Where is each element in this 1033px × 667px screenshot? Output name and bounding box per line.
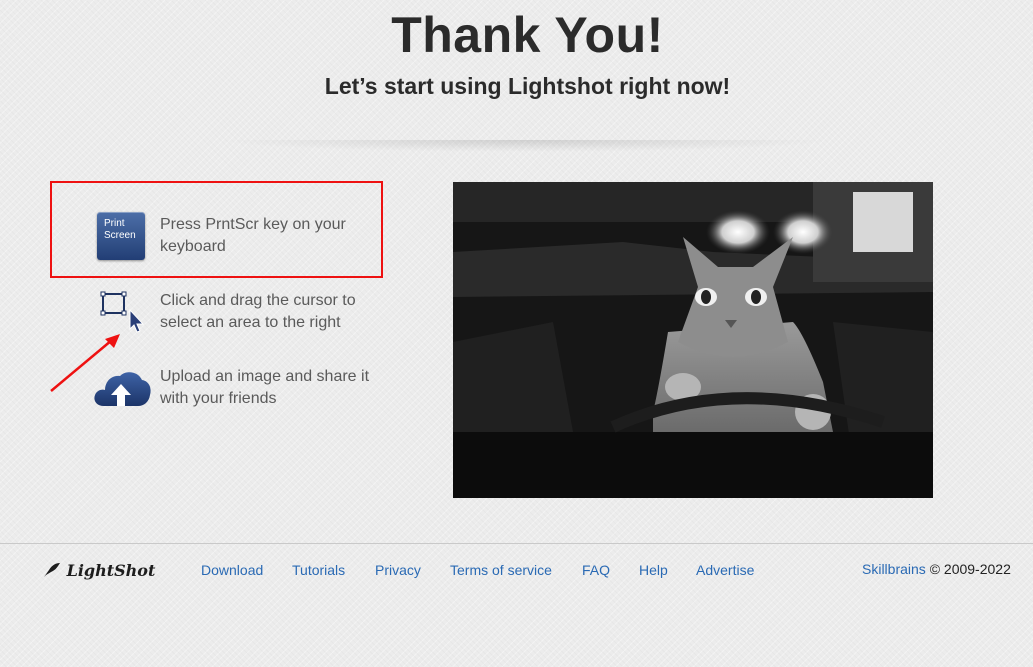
copyright-text: © 2009-2022 <box>929 561 1011 577</box>
nav-link-help[interactable]: Help <box>639 562 668 578</box>
cloud-upload-icon <box>92 366 152 415</box>
header-separator <box>215 140 835 152</box>
company-link[interactable]: Skillbrains <box>862 561 926 577</box>
logo-text: LightShot <box>66 561 156 580</box>
nav-link-advertise[interactable]: Advertise <box>696 562 754 578</box>
nav-link-privacy[interactable]: Privacy <box>375 562 421 578</box>
copyright-notice: Skillbrains © 2009-2022 <box>862 561 1011 577</box>
nav-link-download[interactable]: Download <box>201 562 263 578</box>
page-subtitle: Let’s start using Lightshot right now! <box>324 73 731 99</box>
nav-link-tutorials[interactable]: Tutorials <box>292 562 345 578</box>
footer-divider <box>0 543 1033 544</box>
nav-link-terms[interactable]: Terms of service <box>450 562 552 578</box>
nav-link-faq[interactable]: FAQ <box>582 562 610 578</box>
step-3-line-2: with your friends <box>160 390 277 407</box>
step-2-line-1: Click and drag the cursor to <box>160 292 356 309</box>
step-3-line-1: Upload an image and share it <box>160 368 370 385</box>
demo-image <box>453 182 933 498</box>
feather-icon <box>44 563 60 577</box>
step-2-line-2: select an area to the right <box>160 314 341 331</box>
step-3-text: Upload an image and share it with your f… <box>160 366 380 410</box>
lightshot-logo[interactable]: LightShot <box>43 561 155 580</box>
step-2-text: Click and drag the cursor to select an a… <box>160 290 380 334</box>
annotation-highlight-box <box>50 181 383 278</box>
page-title: Thank You! <box>391 7 664 63</box>
